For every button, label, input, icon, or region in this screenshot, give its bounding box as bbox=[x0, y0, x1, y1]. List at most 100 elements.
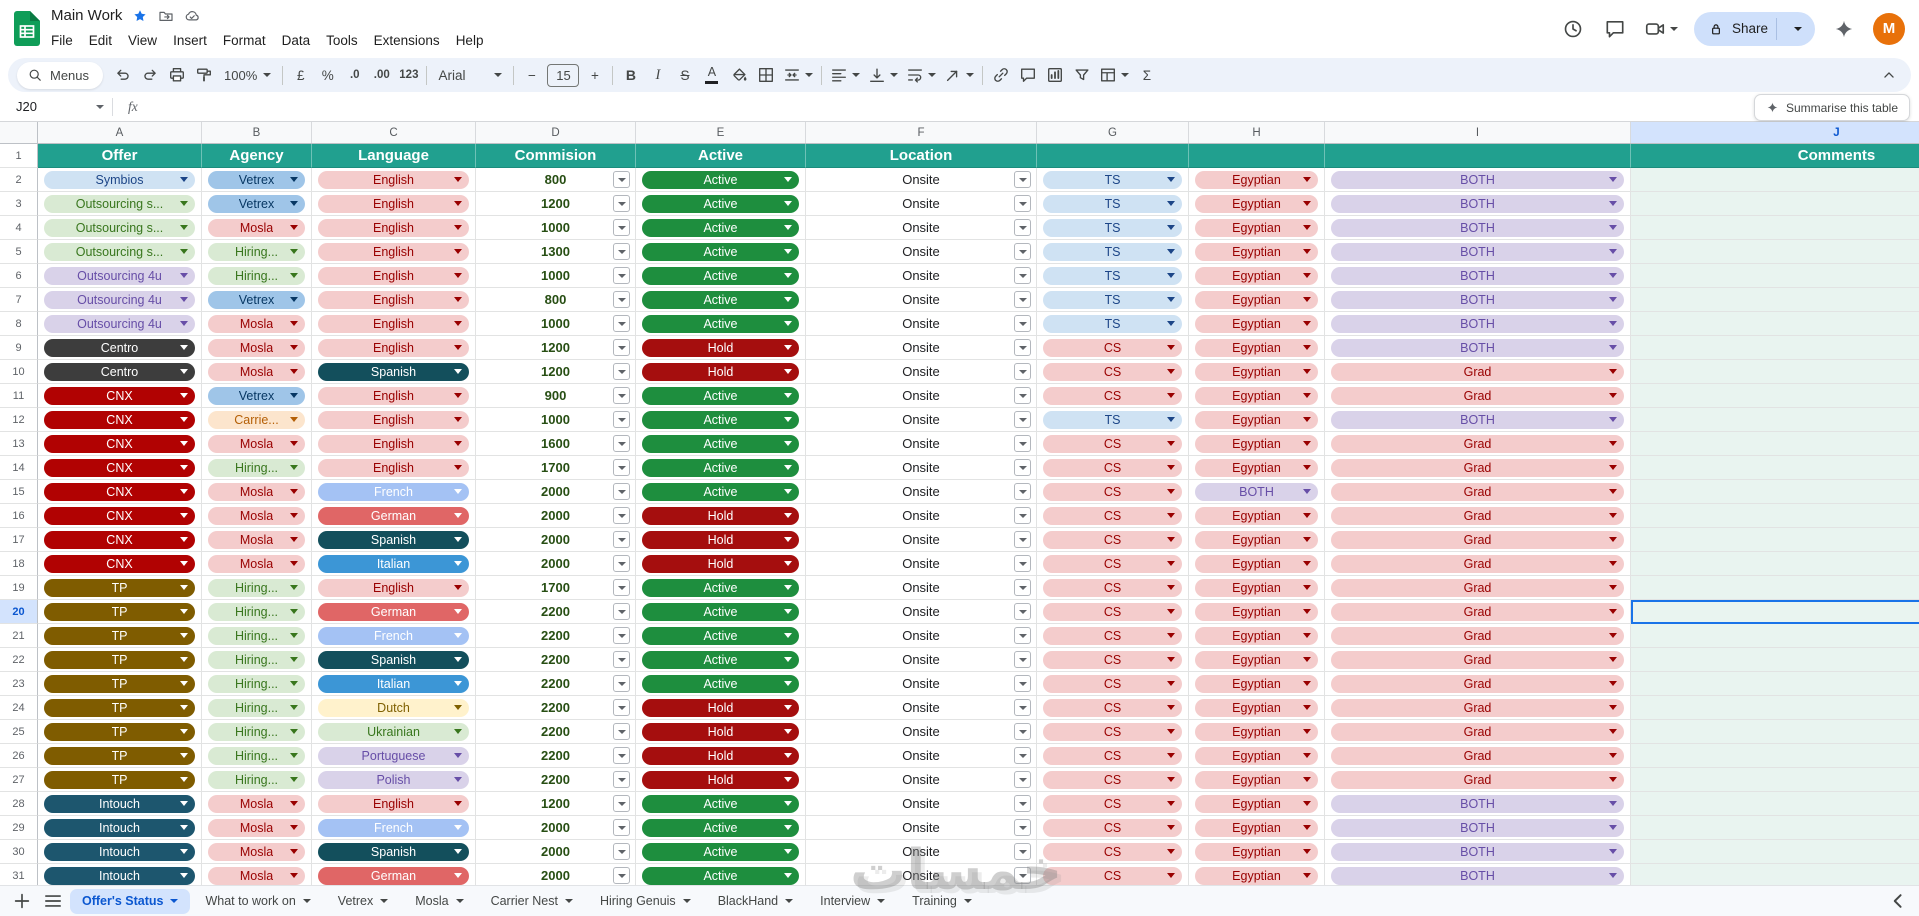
cell-agency[interactable]: Hiring... bbox=[202, 720, 312, 744]
cell-grad-level[interactable]: BOTH bbox=[1325, 168, 1631, 192]
cell-grad-level[interactable]: Grad bbox=[1325, 576, 1631, 600]
cell-language[interactable]: English bbox=[312, 384, 476, 408]
dropdown-arrow-icon[interactable] bbox=[613, 483, 630, 500]
cell-grad-level[interactable]: Grad bbox=[1325, 720, 1631, 744]
grad-level-chip[interactable]: BOTH bbox=[1331, 290, 1624, 309]
cell-language[interactable]: French bbox=[312, 624, 476, 648]
cell-offer[interactable]: TP bbox=[38, 648, 202, 672]
increase-font-size-button[interactable]: + bbox=[581, 62, 608, 89]
summarise-table-button[interactable]: Summarise this table bbox=[1753, 94, 1910, 121]
dropdown-arrow-icon[interactable] bbox=[613, 723, 630, 740]
cell-commission[interactable]: 2000 bbox=[476, 528, 636, 552]
active-status-chip[interactable]: Active bbox=[642, 386, 799, 405]
language-chip[interactable]: English bbox=[318, 338, 469, 357]
language-chip[interactable]: Italian bbox=[318, 674, 469, 693]
cell-active-status[interactable]: Hold bbox=[636, 744, 806, 768]
dropdown-arrow-icon[interactable] bbox=[613, 195, 630, 212]
cell-team[interactable]: CS bbox=[1037, 792, 1189, 816]
cell-commission[interactable]: 2200 bbox=[476, 720, 636, 744]
cell-team[interactable]: CS bbox=[1037, 360, 1189, 384]
cell-language[interactable]: English bbox=[312, 216, 476, 240]
agency-chip[interactable]: Mosla bbox=[208, 818, 305, 837]
share-caret-icon[interactable] bbox=[1785, 26, 1811, 31]
cell-offer[interactable]: Intouch bbox=[38, 840, 202, 864]
dropdown-arrow-icon[interactable] bbox=[1014, 651, 1031, 668]
language-chip[interactable]: Spanish bbox=[318, 842, 469, 861]
dropdown-arrow-icon[interactable] bbox=[613, 267, 630, 284]
cell-nationality[interactable]: Egyptian bbox=[1189, 216, 1325, 240]
cell-nationality[interactable]: Egyptian bbox=[1189, 576, 1325, 600]
cell-agency[interactable]: Mosla bbox=[202, 864, 312, 885]
name-box[interactable]: J20 bbox=[0, 99, 112, 114]
team-chip[interactable]: CS bbox=[1043, 434, 1182, 453]
team-chip[interactable]: CS bbox=[1043, 602, 1182, 621]
dropdown-arrow-icon[interactable] bbox=[613, 243, 630, 260]
cell-offer[interactable]: Intouch bbox=[38, 816, 202, 840]
dropdown-arrow-icon[interactable] bbox=[613, 771, 630, 788]
row-number-9[interactable]: 9 bbox=[0, 336, 38, 360]
agency-chip[interactable]: Hiring... bbox=[208, 722, 305, 741]
zoom-select[interactable]: 100% bbox=[217, 62, 278, 89]
cell-agency[interactable]: Vetrex bbox=[202, 288, 312, 312]
cell-active-status[interactable]: Active bbox=[636, 816, 806, 840]
sheet-tab-blackhand[interactable]: BlackHand bbox=[706, 889, 805, 914]
offer-chip[interactable]: Intouch bbox=[44, 794, 195, 813]
cell-comments[interactable] bbox=[1631, 648, 1919, 672]
cell-agency[interactable]: Hiring... bbox=[202, 672, 312, 696]
offer-chip[interactable]: Symbios bbox=[44, 170, 195, 189]
row-number-8[interactable]: 8 bbox=[0, 312, 38, 336]
cell-team[interactable]: CS bbox=[1037, 600, 1189, 624]
cell-commission[interactable]: 2200 bbox=[476, 696, 636, 720]
cell-nationality[interactable]: Egyptian bbox=[1189, 624, 1325, 648]
dropdown-arrow-icon[interactable] bbox=[613, 627, 630, 644]
agency-chip[interactable]: Mosla bbox=[208, 506, 305, 525]
cell-offer[interactable]: CNX bbox=[38, 456, 202, 480]
cell-grad-level[interactable]: Grad bbox=[1325, 600, 1631, 624]
nationality-chip[interactable]: Egyptian bbox=[1195, 242, 1318, 261]
agency-chip[interactable]: Hiring... bbox=[208, 458, 305, 477]
cell-comments[interactable] bbox=[1631, 456, 1919, 480]
language-chip[interactable]: Dutch bbox=[318, 698, 469, 717]
cell-commission[interactable]: 2200 bbox=[476, 672, 636, 696]
cell-nationality[interactable]: Egyptian bbox=[1189, 288, 1325, 312]
cell-comments[interactable] bbox=[1631, 672, 1919, 696]
cell-offer[interactable]: Outsourcing s... bbox=[38, 192, 202, 216]
cell-agency[interactable]: Mosla bbox=[202, 792, 312, 816]
cell-location[interactable]: Onsite bbox=[806, 192, 1037, 216]
team-chip[interactable]: TS bbox=[1043, 266, 1182, 285]
cell-team[interactable]: CS bbox=[1037, 528, 1189, 552]
cell-offer[interactable]: CNX bbox=[38, 552, 202, 576]
row-number-7[interactable]: 7 bbox=[0, 288, 38, 312]
dropdown-arrow-icon[interactable] bbox=[613, 219, 630, 236]
print-icon[interactable] bbox=[163, 62, 190, 89]
dropdown-arrow-icon[interactable] bbox=[1014, 699, 1031, 716]
cell-agency[interactable]: Mosla bbox=[202, 312, 312, 336]
agency-chip[interactable]: Mosla bbox=[208, 866, 305, 885]
agency-chip[interactable]: Mosla bbox=[208, 842, 305, 861]
cell-team[interactable]: TS bbox=[1037, 192, 1189, 216]
team-chip[interactable]: CS bbox=[1043, 746, 1182, 765]
nationality-chip[interactable]: Egyptian bbox=[1195, 722, 1318, 741]
cell-agency[interactable]: Vetrex bbox=[202, 192, 312, 216]
decrease-font-size-button[interactable]: − bbox=[518, 62, 545, 89]
team-chip[interactable]: TS bbox=[1043, 170, 1182, 189]
cell-language[interactable]: Portuguese bbox=[312, 744, 476, 768]
grad-level-chip[interactable]: Grad bbox=[1331, 434, 1624, 453]
cell-location[interactable]: Onsite bbox=[806, 840, 1037, 864]
dropdown-arrow-icon[interactable] bbox=[1014, 195, 1031, 212]
dropdown-arrow-icon[interactable] bbox=[613, 435, 630, 452]
dropdown-arrow-icon[interactable] bbox=[613, 795, 630, 812]
cell-team[interactable]: CS bbox=[1037, 624, 1189, 648]
cell-commission[interactable]: 1200 bbox=[476, 192, 636, 216]
column-header-I[interactable]: I bbox=[1325, 122, 1631, 143]
grad-level-chip[interactable]: BOTH bbox=[1331, 218, 1624, 237]
cell-commission[interactable]: 2000 bbox=[476, 840, 636, 864]
cell-commission[interactable]: 2000 bbox=[476, 480, 636, 504]
team-chip[interactable]: CS bbox=[1043, 866, 1182, 885]
cell-location[interactable]: Onsite bbox=[806, 624, 1037, 648]
dropdown-arrow-icon[interactable] bbox=[1014, 819, 1031, 836]
cell-comments[interactable] bbox=[1631, 840, 1919, 864]
row-number-30[interactable]: 30 bbox=[0, 840, 38, 864]
cell-comments[interactable] bbox=[1631, 168, 1919, 192]
active-status-chip[interactable]: Active bbox=[642, 170, 799, 189]
